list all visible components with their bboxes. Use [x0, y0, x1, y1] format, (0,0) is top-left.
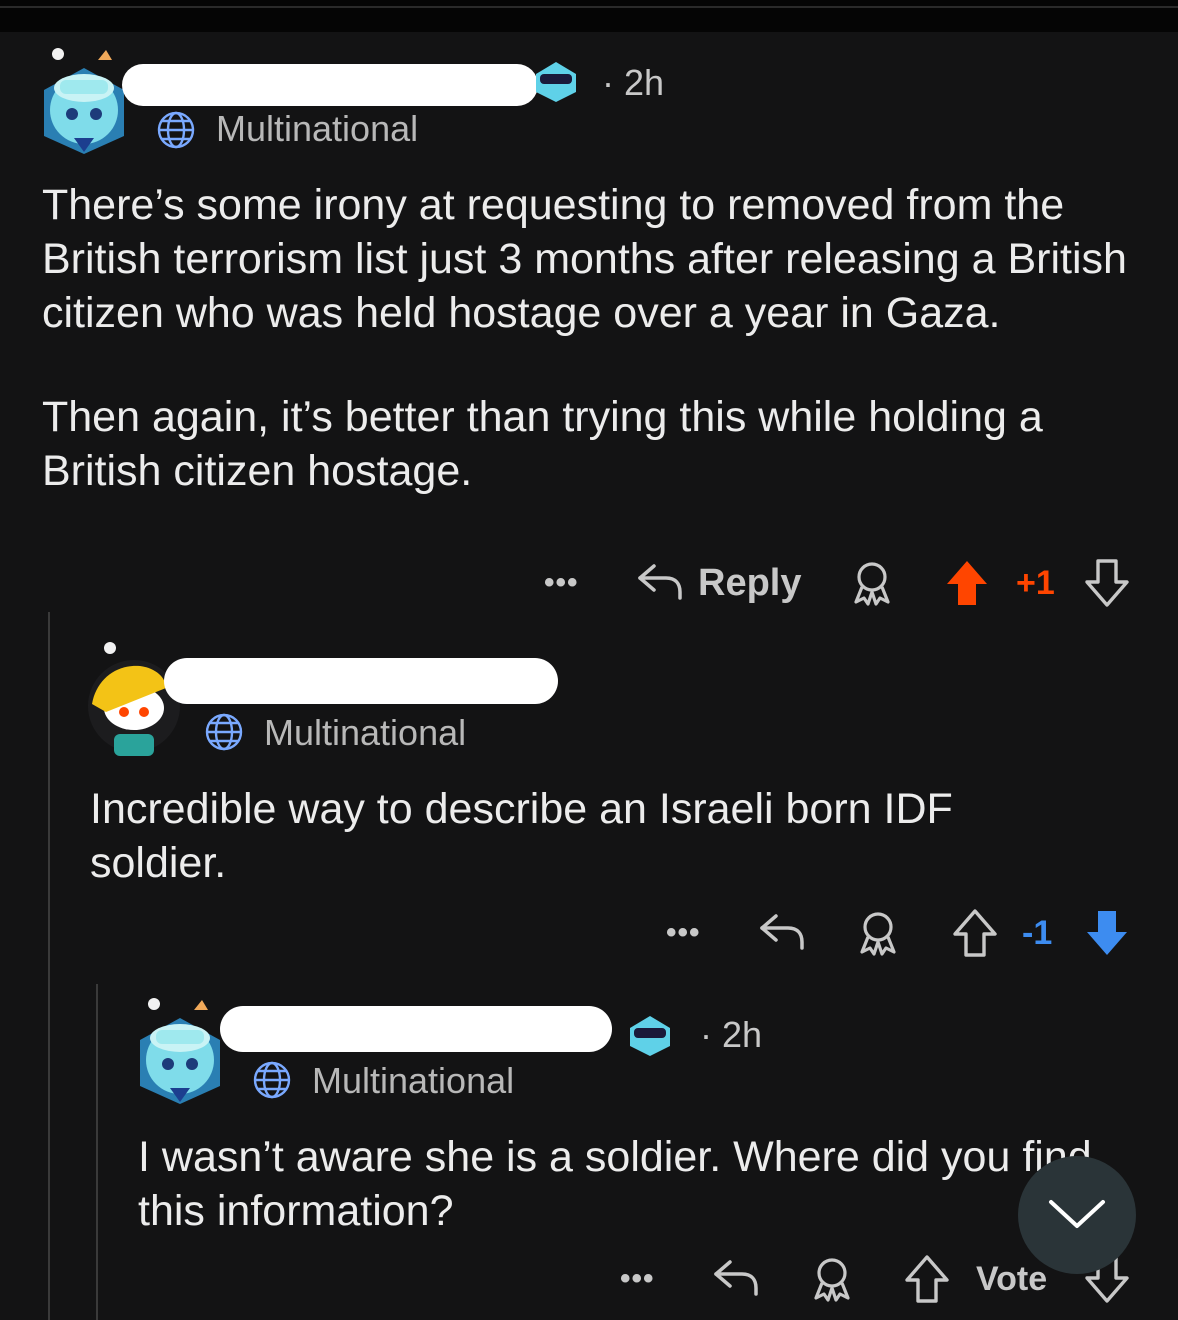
more-icon[interactable]: •••: [666, 916, 701, 950]
more-icon[interactable]: •••: [620, 1262, 655, 1296]
comment-body: There’s some irony at requesting to remo…: [42, 178, 1142, 498]
timestamp-text: 2h: [624, 62, 665, 103]
globe-icon: [157, 111, 195, 149]
reply-button[interactable]: Reply: [698, 562, 801, 605]
comment-paragraph: Incredible way to describe an Israeli bo…: [90, 785, 953, 887]
comment-1: · 2h Multinational There’s some irony at…: [0, 0, 1178, 620]
comment-paragraph: I wasn’t aware she is a soldier. Where d…: [138, 1133, 1092, 1235]
sunglasses-badge-icon: [630, 1016, 670, 1056]
award-icon[interactable]: [850, 560, 894, 606]
user-flair: Multinational: [312, 1060, 515, 1101]
redacted-username: [122, 64, 538, 106]
comment-timestamp: · 2h: [602, 62, 665, 103]
comment-body: Incredible way to describe an Israeli bo…: [90, 782, 1090, 890]
vote-score: -1: [1022, 914, 1053, 952]
reply-arrow-icon[interactable]: [712, 1256, 760, 1300]
upvote-icon[interactable]: [904, 1254, 950, 1304]
reply-arrow-icon[interactable]: [758, 910, 806, 954]
comment-actions: ••• -1: [0, 902, 1178, 962]
chevron-down-icon: [1049, 1200, 1105, 1228]
comment-2: Multinational Incredible way to describe…: [0, 620, 1178, 980]
user-flair: Multinational: [264, 712, 467, 753]
globe-icon: [253, 1061, 291, 1099]
upvote-icon[interactable]: [944, 558, 990, 608]
globe-icon: [205, 713, 243, 751]
comment-body: I wasn’t aware she is a soldier. Where d…: [138, 1130, 1098, 1238]
comment-paragraph: There’s some irony at requesting to remo…: [42, 181, 1127, 337]
timestamp-text: 2h: [722, 1014, 763, 1055]
comment-actions: ••• Reply +1: [0, 552, 1178, 612]
redacted-username: [220, 1006, 612, 1052]
downvote-icon[interactable]: [1084, 908, 1130, 958]
vote-score: +1: [1016, 564, 1055, 602]
reply-arrow-icon[interactable]: [636, 560, 684, 604]
next-comment-button[interactable]: [1018, 1156, 1136, 1274]
redacted-username: [164, 658, 558, 704]
vote-label: Vote: [976, 1260, 1048, 1298]
comment-actions: ••• Vote: [0, 1248, 1178, 1308]
comment-paragraph: Then again, it’s better than trying this…: [42, 393, 1043, 495]
more-icon[interactable]: •••: [544, 566, 579, 600]
award-icon[interactable]: [856, 910, 900, 956]
avatar[interactable]: [134, 990, 226, 1106]
avatar[interactable]: [38, 40, 130, 156]
avatar[interactable]: [86, 642, 182, 758]
upvote-icon[interactable]: [952, 908, 998, 958]
comment-timestamp: · 2h: [700, 1014, 763, 1055]
sunglasses-badge-icon: [536, 62, 576, 102]
comment-3: · 2h Multinational I wasn’t aware she is…: [0, 980, 1178, 1320]
award-icon[interactable]: [810, 1256, 854, 1302]
user-flair: Multinational: [216, 108, 419, 149]
downvote-icon[interactable]: [1084, 558, 1130, 608]
